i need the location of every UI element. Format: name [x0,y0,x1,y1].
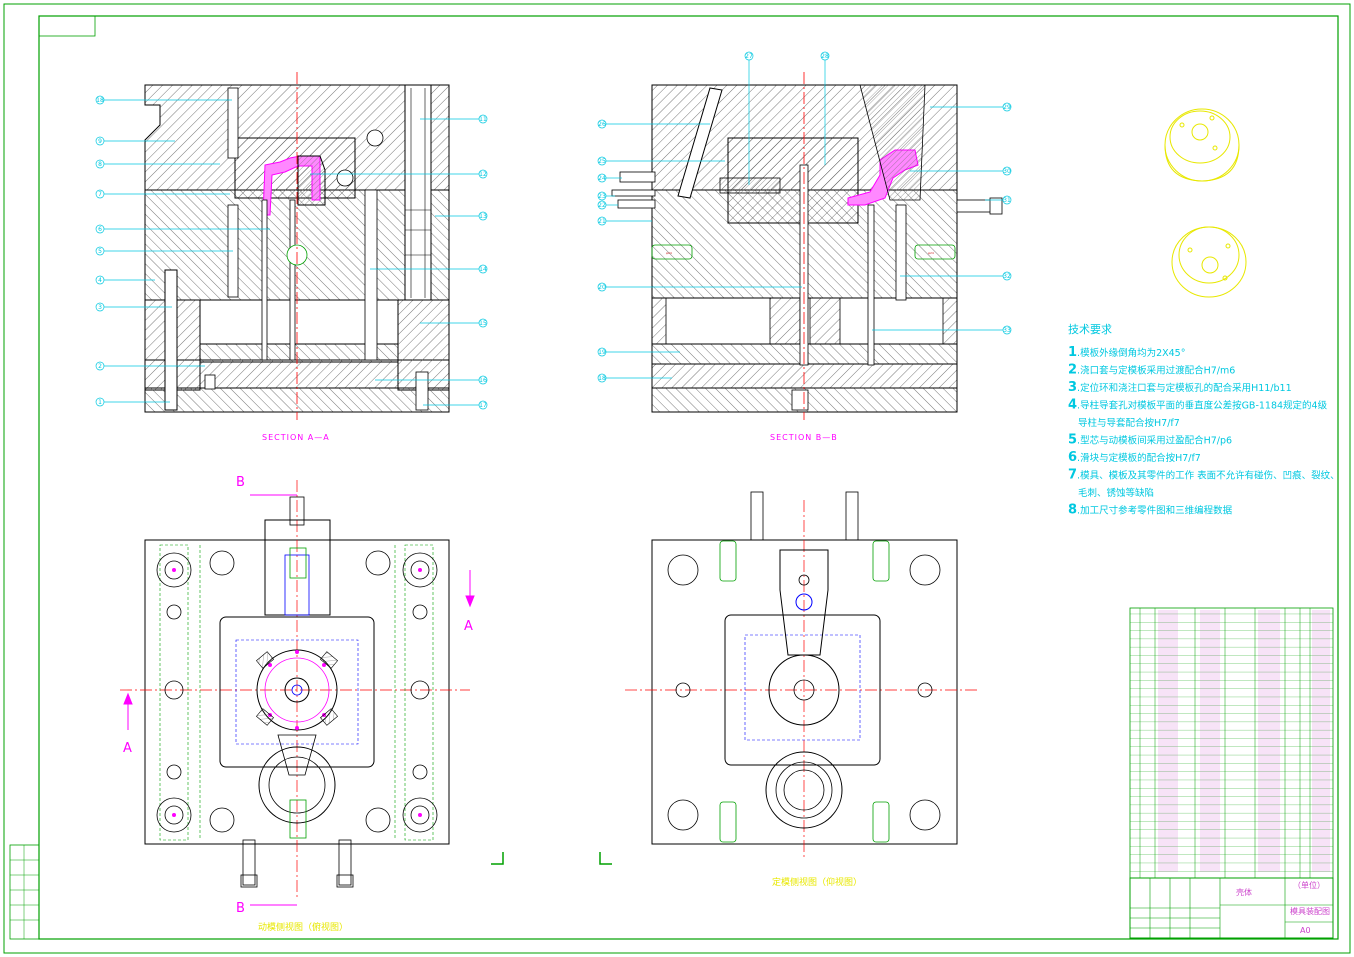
notes-list: 1.模板外缘倒角均为2X45° 2.浇口套与定模板采用过渡配合H7/m6 3.定位环… [1068,345,1340,518]
plan1-caption: 动模侧视图（俯视图） [258,921,348,933]
balloon-a-4: 7 [98,191,102,198]
balloon-b-5: 24 [598,175,606,182]
cooling-hole-1 [366,129,384,147]
note-item: 5.型芯与动模板间采用过盈配合H7/p6 [1068,433,1232,448]
balloon-b-6: 23 [598,193,606,200]
balloon-b-9: 20 [598,284,606,291]
balloon-a-8: 3 [98,304,102,311]
view-marker-b-top: B [236,475,245,490]
cooling-hole-2 [336,169,354,187]
screw-top [227,87,239,159]
core-block [234,137,356,199]
title-size: A0 [1300,926,1311,935]
plan2-cooling-fittings [750,491,859,541]
title-unit: （单位） [1293,880,1325,890]
ejector-plate [199,361,399,389]
b-screw [895,204,907,301]
balloon-a-11: 11 [479,116,487,123]
view-marker-a-right: A [464,619,473,634]
note-item: 2.浇口套与定模板采用过渡配合H7/m6 [1068,363,1235,378]
slider-block [719,177,781,194]
corner-box [38,15,96,37]
note-item: 8.加工尺寸参考零件图和三维编程数据 [1068,503,1233,518]
section-a-a-view: SECTION A—A [144,72,450,442]
notes-title: 技术要求 [1068,323,1112,336]
product-isometric-views [1164,108,1247,298]
balloon-a-16: 16 [479,377,487,384]
title-drawing-name: 模具装配图 [1290,906,1330,916]
b-cooling-connector-left [611,171,656,209]
balloon-b-11: 18 [598,375,606,382]
b-insert-tag-left: φ24 [666,251,672,255]
balloon-a-2: 9 [98,138,102,145]
section-b-b-label: SECTION B—B [770,433,838,442]
technical-notes: 技术要求 1.模板外缘倒角均为2X45° 2.浇口套与定模板采用过渡配合H7/m6… [1068,323,1340,518]
balloon-b-15: 32 [1003,273,1011,280]
note-item: 3.定位环和浇注口套与定模板孔的配合采用H11/b11 [1068,380,1292,395]
view-marker-b-bottom: B [236,901,245,916]
bill-of-materials: 壳体 （单位） 模具装配图 A0 [1129,607,1334,939]
balloon-a-12: 12 [479,171,487,178]
bottom-screw-right [415,371,429,411]
note-item: 7.模具、模板及其零件的工作 表面不允许有碰伤、凹痕、裂纹、 [1068,468,1340,483]
bottom-screw-left [204,374,216,390]
assembly-drawing-sheet: SECTION A—A 18 9 8 7 6 5 4 3 2 1 11 12 1… [3,3,1351,954]
balloon-a-7: 4 [98,277,102,284]
cavity-insert [297,155,326,206]
ejector-pin-2 [289,199,296,361]
balloon-b-12: 29 [1003,104,1011,111]
left-side-box-lines [10,845,39,939]
balloon-b-4: 25 [598,158,606,165]
note-item: 1.模板外缘倒角均为2X45° [1068,345,1185,360]
guide-pillar-right [404,84,432,301]
note-item: 4.导柱导套孔对模板平面的垂直度公差按GB-1184规定的4级 [1068,398,1328,413]
balloon-b-8: 21 [598,218,606,225]
ejector-pin-1 [261,199,268,361]
section-b-b-view: φ24 φ24 SECTION B—B [611,72,1003,442]
note-item: 毛刺、锈蚀等缺陷 [1078,487,1154,499]
balloon-a-6: 5 [98,248,102,255]
balloon-b-10: 19 [598,349,606,356]
section-a-a-label: SECTION A—A [262,433,330,442]
b-insert-tag-right: φ24 [928,251,934,255]
b-ejector-pin [867,204,875,366]
plan-view-fixed-half: 定模侧视图（仰视图） [625,491,980,888]
b-bottom-screw [791,389,809,411]
plan2-caption: 定模侧视图（仰视图） [772,876,862,888]
balloon-b-1: 27 [745,53,753,60]
balloon-a-9: 2 [98,363,102,370]
plan2-plate [651,539,958,845]
balloon-b-16: 33 [1003,327,1011,334]
corner-marks [491,852,612,865]
balloon-a-15: 15 [479,320,487,327]
view-marker-a-left: A [123,741,132,756]
balloon-a-13: 13 [479,213,487,220]
balloon-b-3: 26 [598,121,606,128]
sprue-puller [364,189,378,361]
balloon-b-13: 30 [1003,168,1011,175]
balloon-a-10: 1 [98,399,102,406]
title-part-name: 壳体 [1236,887,1252,897]
note-item: 6.滑块与定模板的配合按H7/f7 [1068,450,1201,465]
balloon-a-17: 17 [479,402,487,409]
b-ejector-plate [651,363,958,389]
b-cooling-connector-right [956,197,1003,215]
balloon-b-7: 22 [598,202,606,209]
note-item: 导柱与导套配合按H7/f7 [1078,417,1180,429]
balloon-a-5: 6 [98,226,102,233]
balloon-a-14: 14 [479,266,487,273]
balloon-b-14: 31 [1003,197,1011,204]
balloon-a-3: 8 [98,161,102,168]
return-pin-left [164,269,178,411]
plan-view-moving-half: B B A A 动模侧视图（俯视图） [120,475,475,933]
balloon-b-2: 28 [821,53,829,60]
left-side-box [9,844,40,940]
balloon-a-1: 18 [96,97,104,104]
